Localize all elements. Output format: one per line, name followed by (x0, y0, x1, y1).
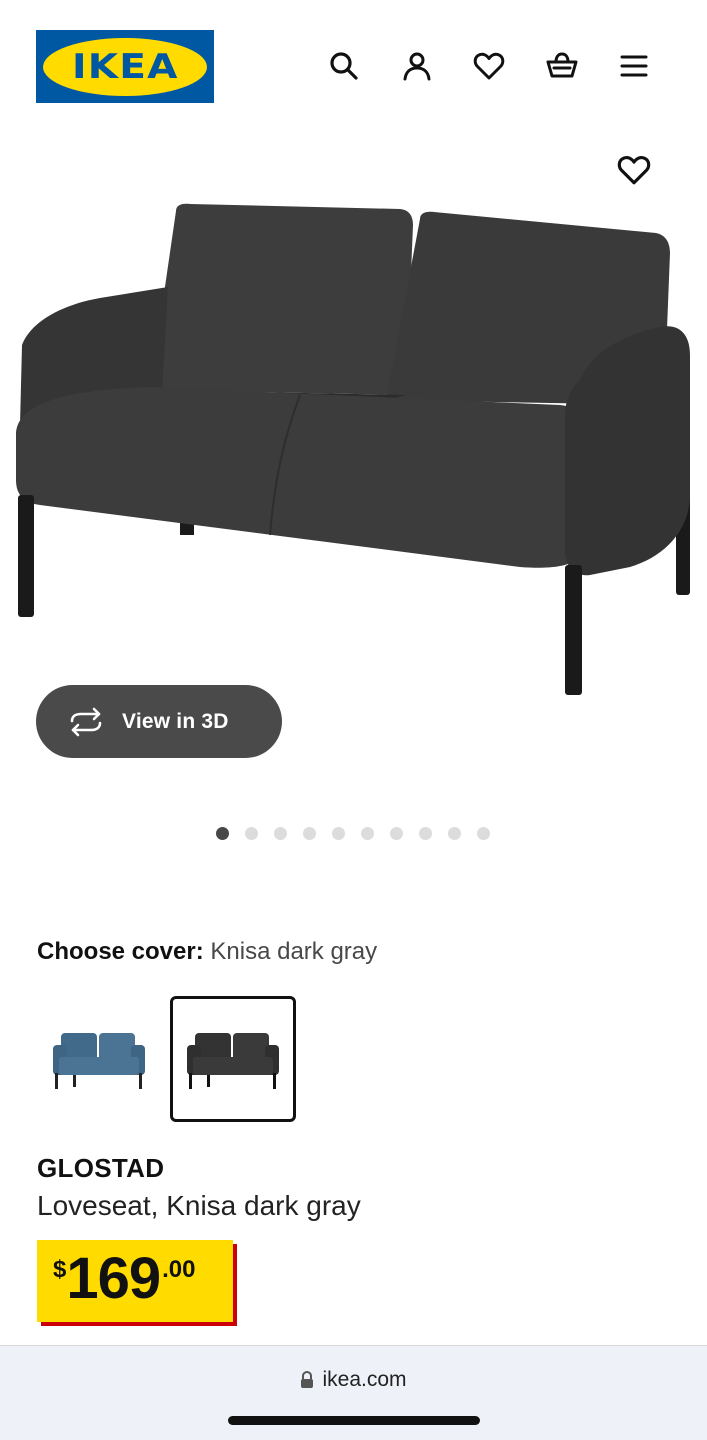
gallery-dot[interactable] (274, 827, 287, 840)
gallery-dot[interactable] (216, 827, 229, 840)
gallery-dot[interactable] (361, 827, 374, 840)
product-image[interactable] (0, 195, 707, 705)
url-field[interactable]: ikea.com (0, 1368, 707, 1392)
price-integer: 169 (66, 1246, 161, 1311)
menu-icon[interactable] (612, 44, 656, 88)
view-in-3d-label: View in 3D (122, 709, 229, 733)
gallery-dot[interactable] (332, 827, 345, 840)
search-icon[interactable] (322, 44, 366, 88)
price-tag: $ 169 .00 (37, 1240, 233, 1322)
price-decimal: .00 (162, 1256, 196, 1283)
home-indicator[interactable] (228, 1416, 480, 1425)
gallery-dot[interactable] (419, 827, 432, 840)
site-header: IKEA (0, 0, 707, 120)
product-description: Loveseat, Knisa dark gray (37, 1190, 361, 1221)
gallery-dot[interactable] (303, 827, 316, 840)
add-to-favorites-heart-icon[interactable] (612, 148, 656, 192)
lock-icon (301, 1371, 314, 1388)
cover-option-dark-gray[interactable] (170, 996, 296, 1122)
url-text: ikea.com (322, 1368, 407, 1391)
gallery-dot[interactable] (245, 827, 258, 840)
gallery-dot[interactable] (448, 827, 461, 840)
product-name: GLOSTAD (37, 1153, 165, 1183)
browser-address-bar: ikea.com (0, 1345, 707, 1440)
logo-text: IKEA (71, 46, 179, 87)
price-currency: $ (53, 1256, 67, 1283)
cover-option-blue[interactable] (36, 996, 162, 1122)
view-in-3d-button[interactable]: View in 3D (36, 685, 282, 758)
wishlist-heart-icon[interactable] (467, 44, 511, 88)
gallery-pagination (216, 827, 506, 840)
ikea-logo[interactable]: IKEA (36, 30, 214, 103)
logo-oval: IKEA (43, 37, 207, 96)
gallery-dot[interactable] (390, 827, 403, 840)
choose-cover-line: Choose cover: Knisa dark gray (37, 938, 377, 966)
gallery-dot[interactable] (477, 827, 490, 840)
shopping-basket-icon[interactable] (540, 44, 584, 88)
choose-cover-value: Knisa dark gray (210, 938, 378, 965)
choose-cover-label: Choose cover: (37, 938, 204, 965)
account-icon[interactable] (395, 44, 439, 88)
rotate-3d-icon (70, 707, 102, 736)
